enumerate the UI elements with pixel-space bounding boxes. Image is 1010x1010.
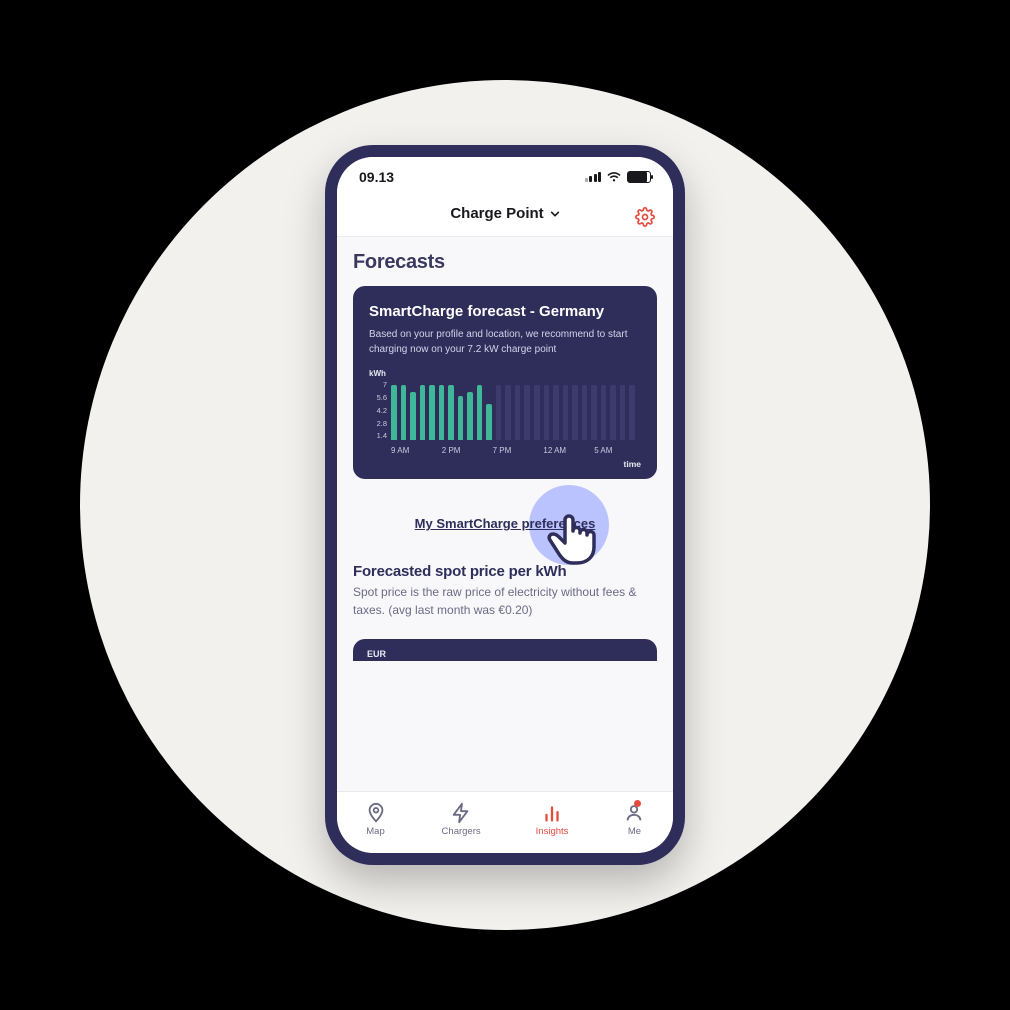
- chart-bar: [410, 392, 416, 440]
- chart-bar: [391, 385, 397, 441]
- tab-label: Map: [366, 826, 384, 837]
- page-title: Forecasts: [353, 251, 657, 274]
- smartcharge-title: SmartCharge forecast - Germany: [369, 302, 641, 322]
- tab-me[interactable]: Me: [623, 802, 645, 837]
- signal-icon: [585, 172, 602, 182]
- spot-currency-label: EUR: [367, 649, 386, 659]
- chevron-down-icon: [550, 209, 560, 219]
- tab-label: Insights: [536, 826, 569, 837]
- status-time: 09.13: [359, 169, 394, 185]
- spot-price-title: Forecasted spot price per kWh: [353, 563, 657, 580]
- chart-bar: [563, 385, 569, 441]
- chart-bar: [496, 385, 502, 441]
- chart-bar: [544, 385, 550, 441]
- chart-bar: [610, 385, 616, 441]
- map-pin-icon: [365, 802, 387, 824]
- lightning-icon: [450, 802, 472, 824]
- bar-chart-icon: [541, 802, 563, 824]
- chart-bar: [467, 392, 473, 440]
- header-dropdown[interactable]: Charge Point: [450, 205, 559, 222]
- chart-bar: [553, 385, 559, 441]
- chart-bar: [486, 404, 492, 440]
- screen: 09.13 Charge Point Forecasts SmartCharge…: [337, 157, 673, 853]
- spot-price-desc: Spot price is the raw price of electrici…: [353, 584, 657, 619]
- phone-frame: 09.13 Charge Point Forecasts SmartCharge…: [325, 145, 685, 865]
- preferences-link-wrap: My SmartCharge preferences: [353, 479, 657, 563]
- status-bar: 09.13: [337, 157, 673, 197]
- smartcharge-card[interactable]: SmartCharge forecast - Germany Based on …: [353, 286, 657, 479]
- smartcharge-chart: 7 5.6 4.2 2.8 1.4: [369, 380, 641, 440]
- chart-bar: [439, 385, 445, 441]
- chart-bar: [458, 396, 464, 441]
- smartcharge-desc: Based on your profile and location, we r…: [369, 328, 641, 357]
- y-axis-label: kWh: [369, 369, 641, 378]
- x-axis-label: time: [369, 459, 641, 469]
- chart-bar: [620, 385, 626, 441]
- chart-bar: [420, 385, 426, 441]
- chart-bar: [429, 385, 435, 441]
- status-icons: [585, 171, 652, 183]
- chart-bar: [505, 385, 511, 441]
- chart-bar: [629, 385, 635, 441]
- content-area: Forecasts SmartCharge forecast - Germany…: [337, 237, 673, 791]
- chart-bar: [591, 385, 597, 441]
- tab-map[interactable]: Map: [365, 802, 387, 837]
- chart-bar: [524, 385, 530, 441]
- app-header: Charge Point: [337, 197, 673, 237]
- spot-price-card[interactable]: EUR: [353, 639, 657, 661]
- header-title-text: Charge Point: [450, 205, 543, 222]
- chart-bar: [534, 385, 540, 441]
- chart-bar: [477, 385, 483, 441]
- chart-bar: [448, 385, 454, 441]
- chart-bar: [601, 385, 607, 441]
- hand-cursor-icon: [541, 505, 605, 569]
- wifi-icon: [606, 171, 622, 183]
- y-ticks: 7 5.6 4.2 2.8 1.4: [369, 380, 387, 440]
- chart-bar: [572, 385, 578, 441]
- tab-label: Me: [628, 826, 641, 837]
- tab-bar: Map Chargers Insights: [337, 791, 673, 853]
- chart-bar: [401, 385, 407, 441]
- tab-label: Chargers: [442, 826, 481, 837]
- battery-icon: [627, 171, 651, 183]
- chart-bar: [582, 385, 588, 441]
- x-ticks: 9 AM 2 PM 7 PM 12 AM 5 AM: [391, 446, 641, 455]
- chart-bar: [515, 385, 521, 441]
- background-circle: 09.13 Charge Point Forecasts SmartCharge…: [80, 80, 930, 930]
- tab-insights[interactable]: Insights: [536, 802, 569, 837]
- settings-icon[interactable]: [635, 207, 655, 227]
- tab-chargers[interactable]: Chargers: [442, 802, 481, 837]
